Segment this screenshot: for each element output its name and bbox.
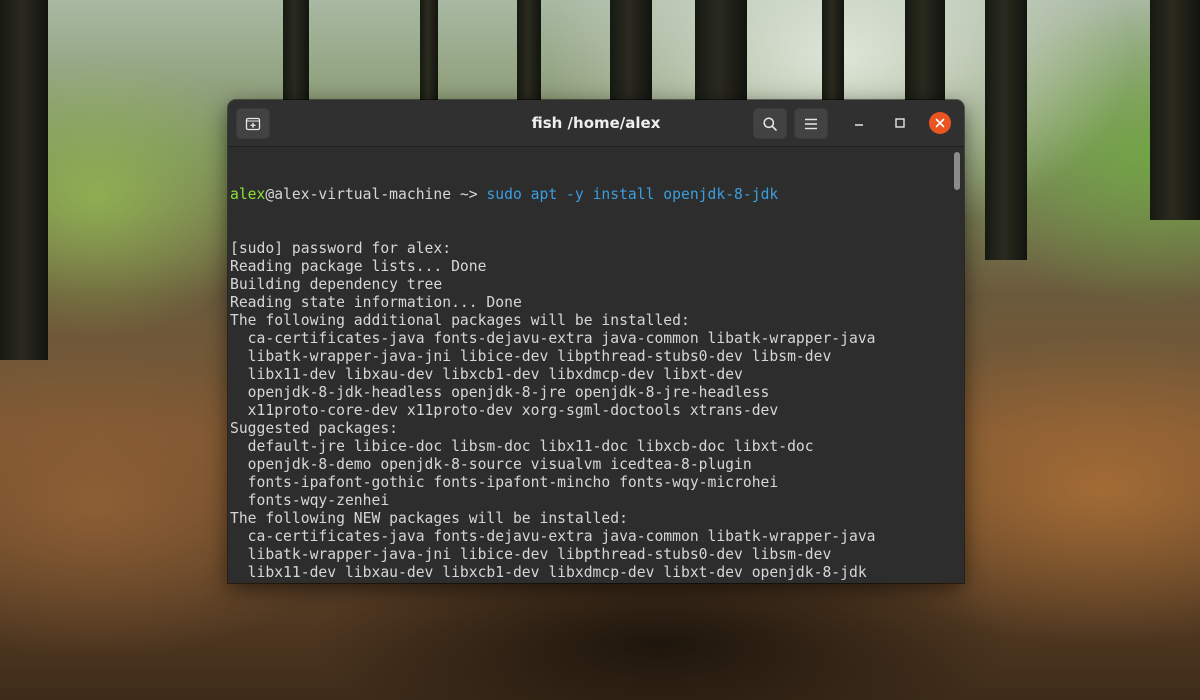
search-button[interactable] [753,108,787,139]
output-line: Suggested packages: [230,420,399,437]
output-line: openjdk-8-demo openjdk-8-source visualvm… [230,456,752,473]
output-line: libx11-dev libxau-dev libxcb1-dev libxdm… [230,564,867,581]
output-line: Building dependency tree [230,276,443,293]
menu-button[interactable] [794,108,828,139]
output-line: libx11-dev libxau-dev libxcb1-dev libxdm… [230,366,743,383]
minimize-icon [853,117,865,129]
tree-trunk [822,0,844,110]
minimize-button[interactable] [848,112,870,134]
title-bar[interactable]: fish /home/alex [228,100,964,147]
tree-trunk [517,0,541,110]
output-line: fonts-wqy-zenhei [230,492,390,509]
hamburger-menu-icon [804,118,818,130]
output-line: ca-certificates-java fonts-dejavu-extra … [230,330,876,347]
output-line: [sudo] password for alex: [230,240,452,257]
tree-trunk [695,0,747,110]
output-line: Reading state information... Done [230,294,522,311]
output-line: default-jre libice-doc libsm-doc libx11-… [230,438,814,455]
tree-trunk [905,0,945,110]
output-line: The following additional packages will b… [230,312,690,329]
tree-trunk [610,0,652,110]
scrollbar-thumb[interactable] [954,152,960,190]
output-line: fonts-ipafont-gothic fonts-ipafont-minch… [230,474,779,491]
maximize-icon [894,117,906,129]
prompt-host: @alex-virtual-machine [265,186,452,203]
close-button[interactable] [929,112,951,134]
terminal-output[interactable]: alex@alex-virtual-machine ~> sudo apt -y… [228,147,964,583]
output-line: libatk-wrapper-java-jni libice-dev libpt… [230,348,832,365]
prompt-user: alex [230,186,266,203]
output-line: The following NEW packages will be insta… [230,510,628,527]
terminal-window: fish /home/alex alex@alex-virtual-machin… [228,100,964,583]
output-line: libatk-wrapper-java-jni libice-dev libpt… [230,546,832,563]
output-line: x11proto-core-dev x11proto-dev xorg-sgml… [230,402,779,419]
close-icon [935,118,945,128]
new-tab-button[interactable] [236,108,270,139]
output-line: openjdk-8-jdk-headless openjdk-8-jre ope… [230,582,964,583]
output-line: openjdk-8-jdk-headless openjdk-8-jre ope… [230,384,770,401]
prompt-line: alex@alex-virtual-machine ~> sudo apt -y… [230,186,964,204]
tree-trunk [0,0,48,360]
tree-trunk [1150,0,1200,220]
search-icon [762,116,778,132]
tree-trunk [985,0,1027,260]
prompt-cwd: ~> [451,186,487,203]
output-line: Reading package lists... Done [230,258,487,275]
tree-trunk [420,0,438,110]
prompt-command: sudo apt -y install openjdk-8-jdk [486,186,779,203]
output-line: ca-certificates-java fonts-dejavu-extra … [230,528,876,545]
new-tab-icon [245,116,261,132]
maximize-button[interactable] [889,112,911,134]
